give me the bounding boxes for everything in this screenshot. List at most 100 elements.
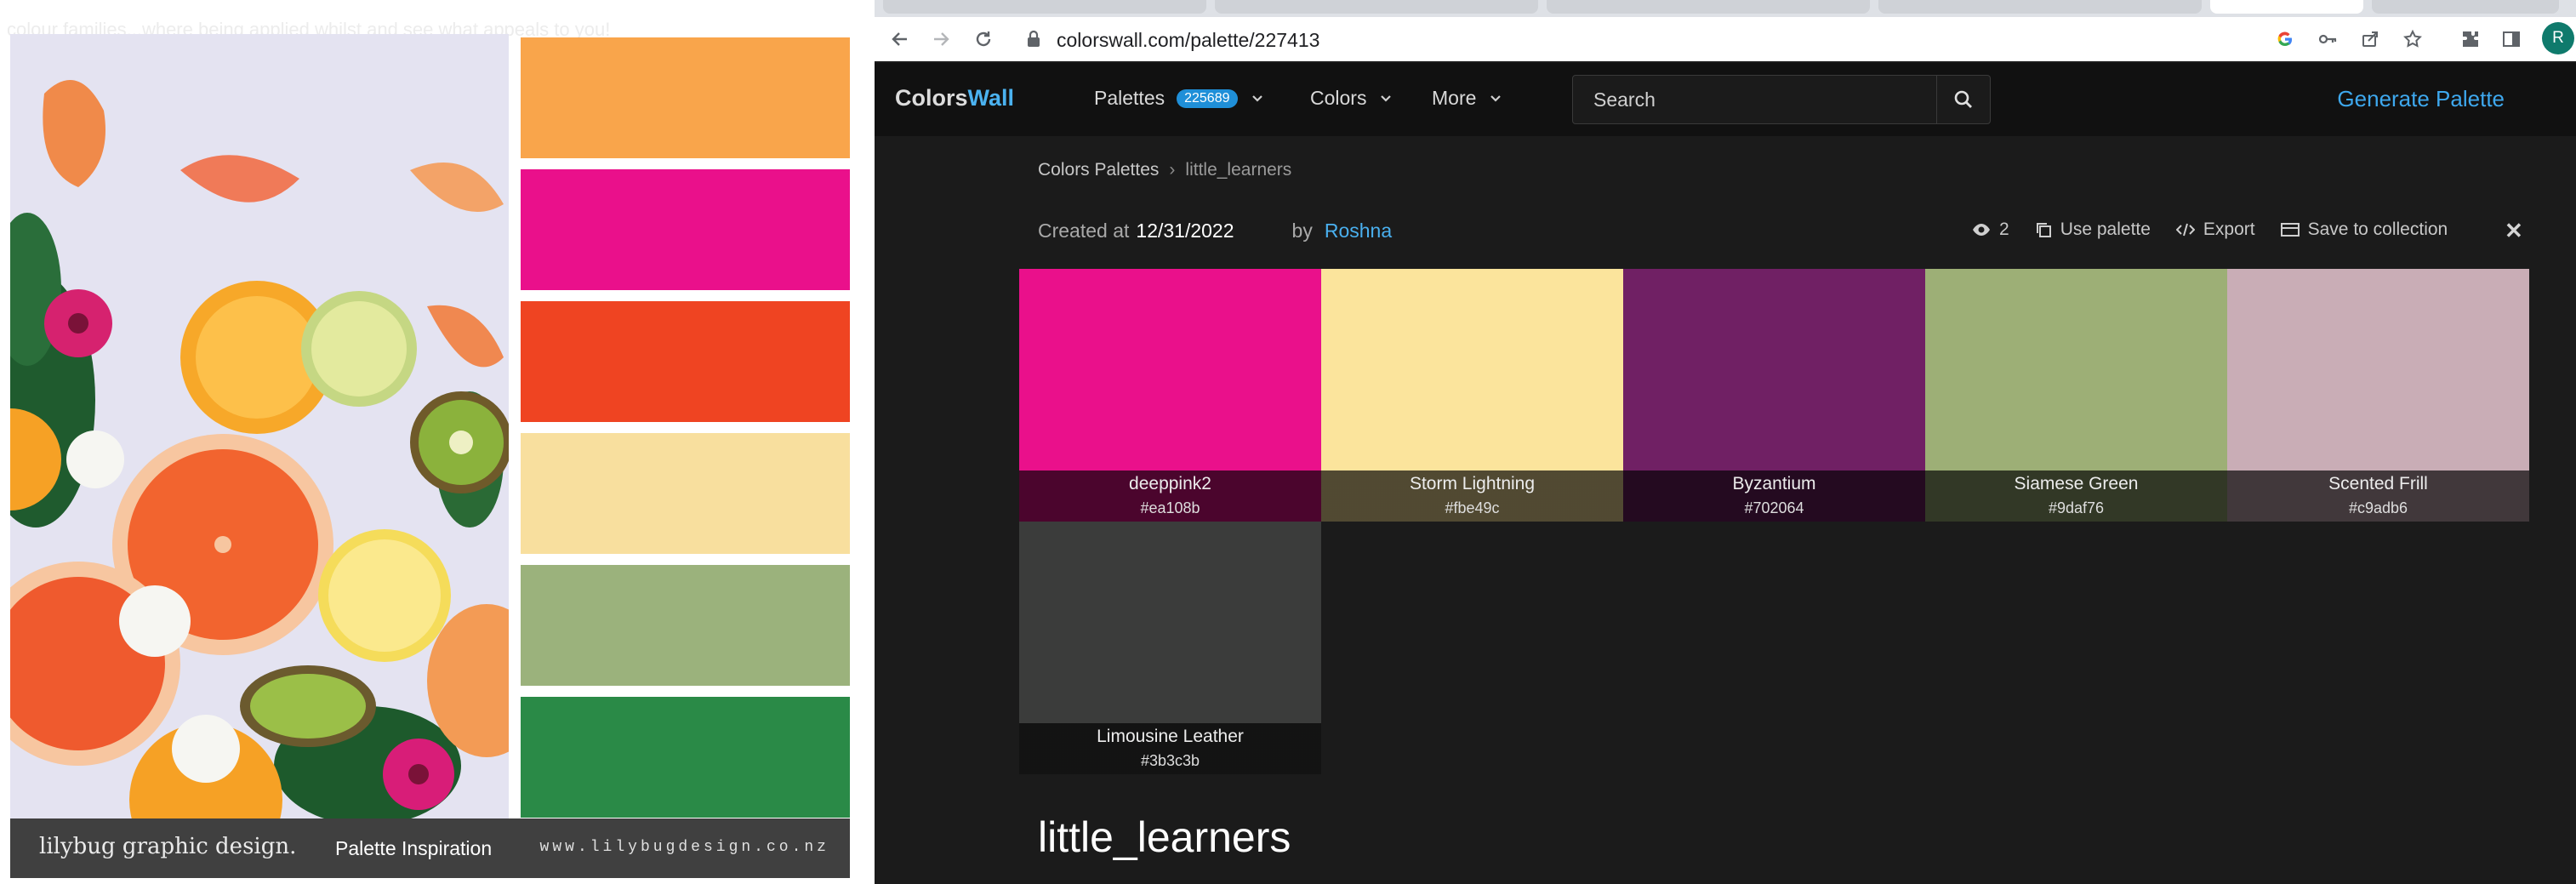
color-name: deeppink2 — [1129, 474, 1211, 493]
nav-colors[interactable]: Colors — [1310, 87, 1392, 110]
lock-icon[interactable] — [1026, 30, 1041, 53]
inspiration-swatch-3 — [521, 301, 850, 422]
color-swatch-label: Byzantium #702064 — [1623, 471, 1925, 522]
color-swatch[interactable]: Limousine Leather #3b3c3b — [1019, 522, 1321, 774]
inspiration-footer: lilybug graphic design. Palette Inspirat… — [10, 818, 850, 878]
tab-strip — [875, 0, 2576, 17]
palette-inspiration-image: colour families...where being applied wh… — [0, 0, 859, 884]
created-date: 12/31/2022 — [1136, 220, 1234, 242]
inspiration-swatch-5 — [521, 565, 850, 686]
color-name: Limousine Leather — [1097, 727, 1244, 746]
browser-tab[interactable] — [883, 0, 1206, 14]
browser-tab[interactable] — [2372, 0, 2559, 14]
back-arrow-icon — [892, 32, 907, 46]
side-panel-icon[interactable] — [2499, 27, 2523, 51]
close-icon[interactable]: ✕ — [2505, 218, 2523, 244]
code-icon — [2175, 223, 2195, 237]
back-button[interactable] — [885, 24, 915, 54]
nav-colors-label: Colors — [1310, 87, 1367, 109]
inspiration-swatch-6 — [521, 697, 850, 818]
chevron-down-icon — [1490, 94, 1502, 102]
breadcrumb-current: little_learners — [1185, 160, 1292, 180]
save-to-collection-button[interactable]: Save to collection — [2280, 220, 2448, 240]
citrus-illustration — [10, 34, 509, 818]
breadcrumb: Colors Palettes › little_learners — [1038, 160, 1291, 180]
password-key-icon[interactable] — [2316, 27, 2339, 51]
color-swatch-fill[interactable] — [1925, 269, 2227, 471]
search-input[interactable] — [1573, 76, 1939, 123]
color-name: Scented Frill — [2328, 474, 2428, 493]
color-name: Storm Lightning — [1409, 474, 1536, 493]
by-label: by — [1291, 220, 1313, 242]
color-swatch[interactable]: Scented Frill #c9adb6 — [2227, 269, 2529, 522]
color-swatch[interactable]: Byzantium #702064 — [1623, 269, 1925, 522]
eye-icon — [1973, 224, 1990, 236]
palette-meta: Created at 12/31/2022 by Roshna — [1038, 220, 1392, 242]
color-swatch[interactable]: deeppink2 #ea108b — [1019, 269, 1321, 522]
breadcrumb-separator-icon: › — [1169, 160, 1176, 180]
search-box — [1572, 75, 1991, 124]
color-hex: #9daf76 — [2048, 499, 2105, 516]
search-icon — [1954, 90, 1972, 108]
views-count: 2 — [1972, 220, 2009, 240]
colorswall-logo[interactable]: ColorsWall — [895, 85, 1014, 111]
nav-palettes[interactable]: Palettes 225689 — [1094, 87, 1263, 110]
author-link[interactable]: Roshna — [1325, 220, 1392, 242]
views-count-value: 2 — [1999, 220, 2009, 239]
nav-more-label: More — [1432, 87, 1477, 109]
address-bar-row: colorswall.com/palette/227413 R — [875, 17, 2576, 61]
chevron-down-icon — [1251, 94, 1262, 102]
color-hex: #c9adb6 — [2348, 499, 2408, 516]
color-swatch[interactable]: Storm Lightning #fbe49c — [1321, 269, 1623, 522]
bookmark-star-icon[interactable] — [2401, 27, 2425, 51]
save-to-collection-label: Save to collection — [2307, 220, 2448, 239]
lilybug-brand-text: lilybug graphic design. — [39, 834, 297, 859]
export-label: Export — [2203, 220, 2255, 239]
citrus-fruit-photo — [10, 34, 509, 818]
chevron-down-icon — [1381, 94, 1392, 102]
reload-icon — [976, 31, 991, 47]
color-swatch-fill[interactable] — [1019, 269, 1321, 471]
browser-tab[interactable] — [1215, 0, 1538, 14]
url-text[interactable]: colorswall.com/palette/227413 — [1057, 29, 1319, 52]
forward-button[interactable] — [926, 24, 956, 54]
copy-icon — [2036, 223, 2051, 237]
search-button[interactable] — [1936, 76, 1990, 123]
profile-avatar[interactable]: R — [2542, 22, 2574, 54]
reload-button[interactable] — [968, 24, 999, 54]
inspiration-swatch-column — [521, 37, 850, 829]
color-swatch-label: Siamese Green #9daf76 — [1925, 471, 2227, 522]
google-icon[interactable] — [2273, 27, 2297, 51]
color-hex: #fbe49c — [1445, 499, 1500, 516]
use-palette-button[interactable]: Use palette — [2035, 220, 2151, 240]
inspiration-swatch-1 — [521, 37, 850, 158]
color-swatch-fill[interactable] — [1321, 269, 1623, 471]
browser-tab[interactable] — [1878, 0, 2202, 14]
extensions-puzzle-icon[interactable] — [2459, 27, 2482, 51]
nav-palettes-label: Palettes — [1094, 87, 1165, 109]
color-swatch[interactable]: Siamese Green #9daf76 — [1925, 269, 2227, 522]
lilybug-url-text: www.lilybugdesign.co.nz — [539, 839, 829, 856]
browser-tab-active[interactable] — [2210, 0, 2363, 14]
use-palette-label: Use palette — [2060, 220, 2151, 239]
palette-title: little_learners — [1038, 813, 1291, 861]
color-swatch-fill[interactable] — [1623, 269, 1925, 471]
browser-tab[interactable] — [1547, 0, 1870, 14]
logo-text-wall: Wall — [967, 85, 1015, 111]
palette-actions: 2 Use palette Export Save to collection — [1972, 220, 2473, 240]
browser-window: colorswall.com/palette/227413 R ColorsWa… — [875, 0, 2576, 884]
inspiration-swatch-4 — [521, 433, 850, 554]
color-swatch-fill[interactable] — [2227, 269, 2529, 471]
generate-palette-link[interactable]: Generate Palette — [2337, 86, 2505, 112]
export-button[interactable]: Export — [2175, 220, 2255, 240]
color-name: Siamese Green — [2014, 474, 2139, 493]
site-header: ColorsWall Palettes 225689 Colors More G… — [875, 63, 2576, 136]
palettes-count-badge: 225689 — [1177, 88, 1238, 108]
url-field[interactable]: colorswall.com/palette/227413 — [1017, 20, 2294, 58]
nav-more[interactable]: More — [1432, 87, 1502, 110]
breadcrumb-root-link[interactable]: Colors Palettes — [1038, 160, 1159, 180]
color-name: Byzantium — [1732, 474, 1816, 493]
share-icon[interactable] — [2358, 27, 2382, 51]
color-swatch-label: Scented Frill #c9adb6 — [2227, 471, 2529, 522]
color-swatch-fill[interactable] — [1019, 522, 1321, 723]
